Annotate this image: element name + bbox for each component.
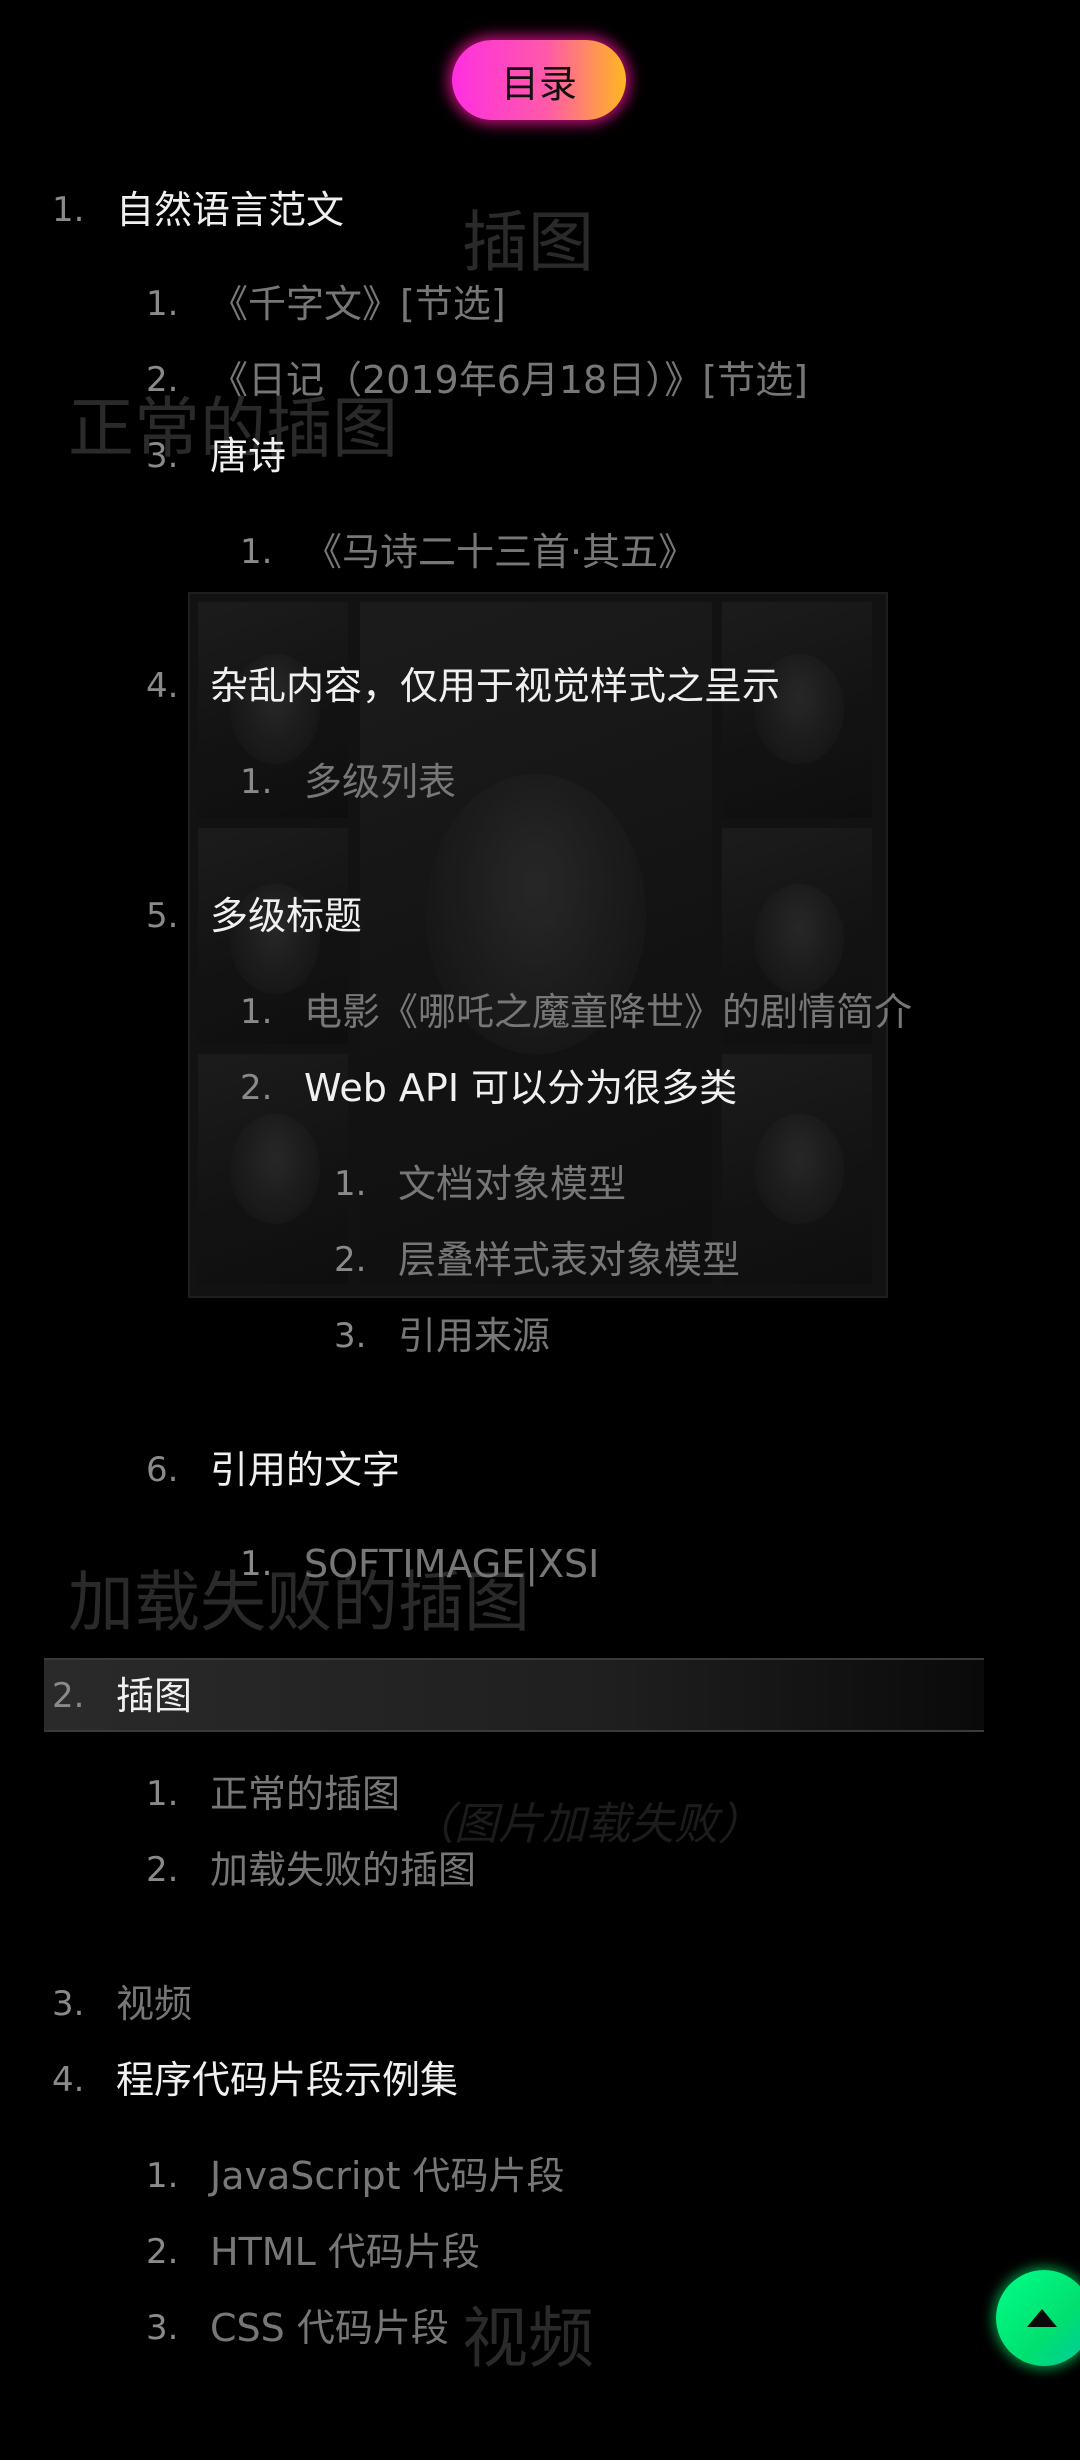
toc-item-number: 3. (146, 436, 179, 476)
toc-item-number: 5. (146, 896, 179, 936)
toc-item-label: 引用的文字 (210, 1448, 401, 1492)
toc-item-label: 正常的插图 (210, 1772, 401, 1816)
toc-item[interactable]: 4. 程序代码片段示例集 (52, 2052, 458, 2108)
toc-item-number: 3. (52, 1984, 85, 2024)
toc-item-number: 4. (52, 2060, 85, 2100)
toc-item-label: 多级标题 (210, 894, 363, 938)
toc-item-label: 层叠样式表对象模型 (398, 1238, 741, 1282)
toc-item-label: 加载失败的插图 (210, 1848, 477, 1892)
back-to-top-button[interactable] (996, 2270, 1080, 2366)
toc-item-number: 1. (240, 992, 273, 1032)
toc-title-button[interactable]: 目录 (452, 40, 626, 120)
toc-item-label: HTML 代码片段 (210, 2230, 480, 2274)
toc-item[interactable]: 2. HTML 代码片段 (146, 2224, 480, 2280)
toc-item-label: 插图 (116, 1674, 193, 1718)
arrow-up-icon (1027, 2309, 1057, 2327)
toc-item-number: 3. (334, 1316, 367, 1356)
toc-item-label: Web API 可以分为很多类 (304, 1066, 738, 1110)
toc-item[interactable]: 3. 引用来源 (334, 1308, 550, 1364)
toc-item-number: 2. (240, 1068, 273, 1108)
toc-item-number: 2. (146, 1850, 179, 1890)
toc-item[interactable]: 3. 唐诗 (146, 428, 286, 484)
toc-item-number: 1. (334, 1164, 367, 1204)
toc-item-label: 杂乱内容，仅用于视觉样式之呈示 (210, 664, 781, 708)
toc-item-label: 多级列表 (304, 760, 457, 804)
bg-heading-video: 视频 (462, 2300, 594, 2377)
toc-item[interactable]: 2. 层叠样式表对象模型 (334, 1232, 740, 1288)
toc-item-label: 《日记（2019年6月18日）》[节选] (210, 358, 808, 402)
toc-item-label: 《马诗二十三首·其五》 (304, 530, 697, 574)
toc-item[interactable]: 1. 《千字文》[节选] (146, 276, 506, 332)
toc-item-active[interactable]: 2. 插图 (52, 1668, 192, 1724)
toc-item-label: JavaScript 代码片段 (210, 2154, 565, 2198)
toc-item[interactable]: 1. SOFTIMAGE|XSI (240, 1536, 599, 1592)
toc-item-label: 《千字文》[节选] (210, 282, 506, 326)
toc-item-label: 电影《哪吒之魔童降世》的剧情简介 (304, 990, 913, 1034)
toc-item-number: 1. (52, 190, 85, 230)
toc-item-number: 1. (240, 762, 273, 802)
toc-item[interactable]: 6. 引用的文字 (146, 1442, 400, 1498)
toc-item[interactable]: 1. 文档对象模型 (334, 1156, 626, 1212)
toc-item-number: 2. (146, 2232, 179, 2272)
toc-item[interactable]: 2. Web API 可以分为很多类 (240, 1060, 737, 1116)
toc-item[interactable]: 1. 正常的插图 (146, 1766, 400, 1822)
toc-item-number: 2. (52, 1676, 85, 1716)
toc-item-number: 1. (146, 1774, 179, 1814)
toc-item-label: CSS 代码片段 (210, 2306, 449, 2350)
toc-item[interactable]: 1. 自然语言范文 (52, 182, 344, 238)
toc-item[interactable]: 3. 视频 (52, 1976, 192, 2032)
page: 插图 正常的插图 加载失败的插图 （图片加载失败） 视频 目录 1. 自然语言范… (0, 0, 1080, 2460)
toc-item-label: 文档对象模型 (398, 1162, 627, 1206)
toc-item-label: 自然语言范文 (116, 188, 345, 232)
toc-item-number: 6. (146, 1450, 179, 1490)
toc-item-number: 1. (146, 284, 179, 324)
toc-item-number: 2. (146, 360, 179, 400)
toc-item-label: 视频 (116, 1982, 193, 2026)
toc-item-number: 4. (146, 666, 179, 706)
toc-item-number: 2. (334, 1240, 367, 1280)
toc-item-number: 1. (240, 532, 273, 572)
toc-item[interactable]: 5. 多级标题 (146, 888, 362, 944)
toc-item-label: 引用来源 (398, 1314, 551, 1358)
toc-item-number: 1. (146, 2156, 179, 2196)
toc-item[interactable]: 2. 加载失败的插图 (146, 1842, 476, 1898)
toc-item[interactable]: 4. 杂乱内容，仅用于视觉样式之呈示 (146, 658, 780, 714)
toc-item-label: SOFTIMAGE|XSI (304, 1542, 600, 1586)
toc-item[interactable]: 1. JavaScript 代码片段 (146, 2148, 565, 2204)
toc-item-number: 1. (240, 1544, 273, 1584)
toc-item-number: 3. (146, 2308, 179, 2348)
toc-item-label: 唐诗 (210, 434, 287, 478)
toc-item[interactable]: 1. 《马诗二十三首·其五》 (240, 524, 696, 580)
toc-item[interactable]: 1. 电影《哪吒之魔童降世》的剧情简介 (240, 984, 912, 1040)
toc-item[interactable]: 2. 《日记（2019年6月18日）》[节选] (146, 352, 808, 408)
toc-item-label: 程序代码片段示例集 (116, 2058, 459, 2102)
bg-heading-illustrations: 插图 (462, 204, 594, 281)
toc-item[interactable]: 1. 多级列表 (240, 754, 456, 810)
toc-item[interactable]: 3. CSS 代码片段 (146, 2300, 449, 2356)
